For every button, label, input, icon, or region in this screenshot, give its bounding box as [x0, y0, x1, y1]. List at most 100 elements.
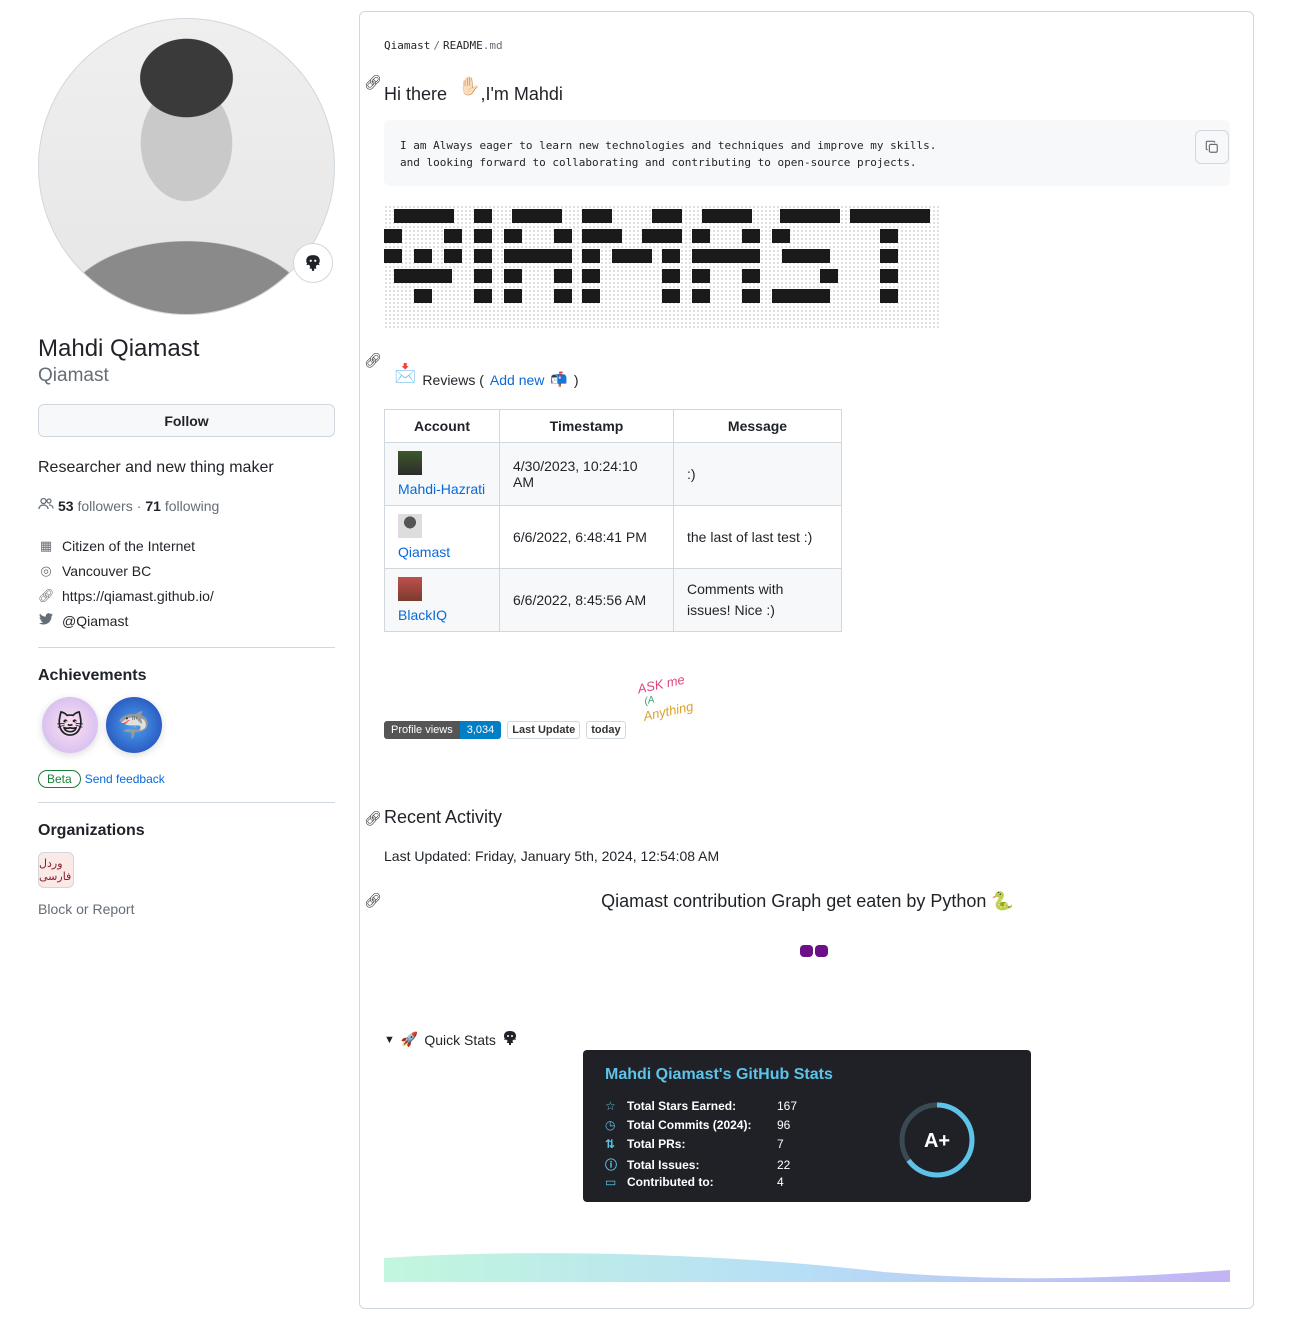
message-cell: Comments with issues! Nice :): [673, 568, 842, 632]
anchor-link-icon[interactable]: 🔗︎: [364, 810, 382, 827]
wave-hand-icon: ✋🏻: [458, 76, 481, 96]
twitter-row: @Qiamast: [38, 608, 335, 633]
footer-wave: [384, 1253, 1230, 1282]
company: Citizen of the Internet: [62, 537, 196, 554]
stat-row: ◷ Total Commits (2024): 96: [605, 1118, 790, 1132]
quick-stats-label: Quick Stats: [424, 1031, 496, 1048]
breadcrumb-user[interactable]: Qiamast: [384, 39, 430, 52]
location-icon: ◎: [40, 562, 52, 578]
breadcrumb-separator: /: [433, 39, 440, 52]
stat-value: 96: [777, 1118, 791, 1132]
reviewer-link[interactable]: Qiamast: [398, 544, 450, 560]
stat-label: Total Stars Earned:: [627, 1099, 737, 1113]
send-feedback-link[interactable]: Send feedback: [85, 772, 165, 786]
followers-row: 53 followers · 71 following: [38, 496, 335, 515]
reviewer-link[interactable]: Mahdi-Hazrati: [398, 481, 485, 497]
reviews-table: Account Timestamp Message Mahdi-Hazrati …: [384, 409, 842, 632]
profile-details: ▦ Citizen of the Internet ◎ Vancouver BC 🔗…: [38, 533, 335, 633]
greeting-text: Hi there: [384, 84, 448, 104]
envelope-icon: 📩: [394, 363, 417, 383]
issue-icon: ⓘ: [605, 1158, 618, 1172]
reviews-close: ): [573, 371, 579, 388]
recent-activity-heading: Recent Activity: [384, 807, 503, 827]
avatar[interactable]: [38, 18, 335, 315]
link-icon: 🔗︎: [38, 587, 55, 603]
breadcrumb-file: README: [442, 39, 483, 52]
following-label: following: [164, 497, 220, 514]
location-row: ◎ Vancouver BC: [38, 558, 335, 583]
pr-icon: ⇅: [605, 1137, 616, 1151]
quick-stats-summary[interactable]: ▼ 🚀 Quick Stats: [384, 1030, 518, 1049]
intro-code-block: I am Always eager to learn new technolog…: [384, 120, 1230, 186]
profile-views-count: 3,034: [459, 721, 502, 739]
ask-me-anything-badge[interactable]: ASK me (A Anything: [636, 671, 705, 742]
table-row: Mahdi-Hazrati 4/30/2023, 10:24:10 AM :): [384, 442, 842, 506]
timestamp-cell: 4/30/2023, 10:24:10 AM: [499, 442, 674, 506]
stat-label: Contributed to:: [627, 1175, 714, 1189]
anchor-link-icon[interactable]: 🔗︎: [364, 74, 382, 91]
achievements-heading: Achievements: [38, 667, 147, 684]
pull-shark-badge[interactable]: 🦈: [106, 697, 162, 753]
copy-icon: [1205, 140, 1218, 153]
today-badge: today: [586, 721, 626, 739]
col-message: Message: [673, 409, 842, 443]
graph-heading-text: Qiamast contribution Graph get eaten by …: [601, 891, 987, 911]
following-link[interactable]: 71 following: [145, 498, 219, 514]
org-logo-text: وردل فارسی: [39, 858, 72, 883]
breadcrumb-ext: .md: [482, 39, 503, 52]
message-cell: the last of last test :): [673, 505, 842, 569]
clock-icon: ◷: [605, 1118, 616, 1132]
profile-views-label: Profile views: [384, 721, 460, 739]
twitter-icon: [38, 613, 54, 628]
profile-login: Qiamast: [38, 365, 109, 386]
reviews-heading: 📩 Reviews ( Add new 📬 ): [394, 363, 579, 390]
recent-updated-text: Last Updated: Friday, January 5th, 2024,…: [384, 848, 720, 864]
follow-button[interactable]: Follow: [38, 404, 335, 437]
profile-bio: Researcher and new thing maker: [38, 459, 274, 476]
beta-row: Beta Send feedback: [38, 770, 335, 788]
profile-sidebar: Mahdi Qiamast Qiamast Follow Researcher …: [38, 18, 335, 917]
website-link[interactable]: https://qiamast.github.io/: [62, 588, 214, 604]
profile-views-badge: Profile views 3,034: [384, 721, 502, 739]
timestamp-cell: 6/6/2022, 6:48:41 PM: [499, 505, 674, 569]
stat-label: Total Issues:: [627, 1157, 700, 1172]
col-timestamp: Timestamp: [499, 409, 674, 443]
repo-icon: ▭: [605, 1175, 617, 1189]
organization-avatar[interactable]: وردل فارسی: [38, 852, 74, 888]
star-icon: ☆: [605, 1099, 616, 1113]
achievement-badges: 😺 🦈: [42, 697, 335, 753]
rocket-icon: 🚀: [400, 1031, 419, 1047]
reviewer-avatar: [398, 451, 422, 475]
account-cell: BlackIQ: [384, 568, 500, 632]
followers-count: 53: [58, 497, 74, 514]
twitter-link[interactable]: @Qiamast: [62, 613, 128, 629]
location: Vancouver BC: [62, 562, 152, 579]
contribution-graph-heading: Qiamast contribution Graph get eaten by …: [360, 891, 1255, 912]
stat-value: 22: [777, 1157, 791, 1172]
people-icon: [38, 496, 54, 515]
website-row: 🔗︎ https://qiamast.github.io/: [38, 583, 335, 608]
add-review-link[interactable]: Add new: [490, 372, 544, 388]
block-report-link[interactable]: Block or Report: [38, 901, 335, 917]
account-cell: Qiamast: [384, 505, 500, 569]
table-row: Qiamast 6/6/2022, 6:48:41 PM the last of…: [384, 505, 842, 569]
status-octocat-icon[interactable]: [293, 243, 333, 283]
table-header-row: Account Timestamp Message: [384, 409, 842, 443]
message-cell: :): [673, 442, 842, 506]
ascii-name-art: [384, 205, 940, 328]
followers-link[interactable]: 53 followers: [58, 498, 133, 514]
greeting-heading: Hi there ✋🏻,I'm Mahdi: [384, 76, 563, 105]
anchor-link-icon[interactable]: 🔗︎: [364, 352, 382, 369]
reviewer-link[interactable]: BlackIQ: [398, 607, 447, 623]
followers-separator: ·: [136, 497, 142, 514]
grade-text: A+: [924, 1130, 950, 1152]
avatar-wrapper: [38, 18, 335, 315]
stat-label: Total PRs:: [627, 1137, 686, 1151]
quickdraw-badge[interactable]: 😺: [42, 697, 98, 753]
beta-label: Beta: [38, 770, 81, 788]
organizations-heading: Organizations: [38, 822, 145, 839]
copy-button[interactable]: [1195, 130, 1229, 164]
triangle-down-icon: ▼: [384, 1033, 395, 1046]
stat-value: 4: [777, 1175, 784, 1189]
reviewer-avatar: [398, 514, 422, 538]
